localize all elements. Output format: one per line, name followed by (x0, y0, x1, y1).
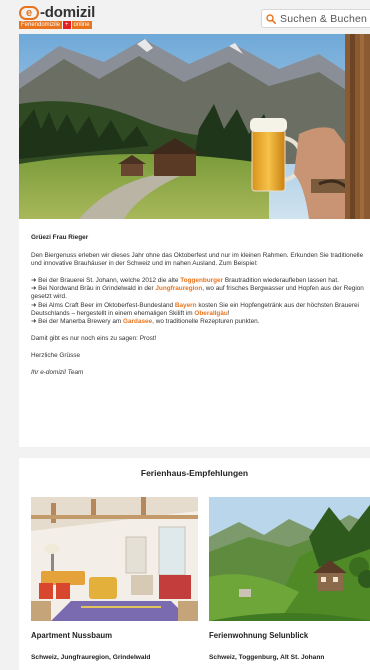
search-icon (266, 13, 276, 24)
link-jungfrauregion[interactable]: Jungfrauregion (155, 285, 202, 292)
hero-image[interactable] (19, 34, 370, 219)
recommendations-title: Ferienhaus-Empfehlungen (140, 468, 249, 478)
list-item-text: ➜ Bei Alms Craft Beer im Oktoberfest-Bun… (31, 301, 175, 309)
logo-tagline-part: + (63, 21, 71, 29)
property-image[interactable] (209, 497, 370, 621)
list-item: ➜ Bei der Brauerei St. Johann, welche 20… (31, 277, 370, 285)
e-domizil-logo[interactable]: e -domizil Feriendomizile + online (19, 4, 111, 30)
logo-tagline: Feriendomizile + online (19, 21, 92, 29)
list-item-text: , wo traditionelle Rezepturen punkten. (152, 317, 260, 325)
logo-tagline-part: online (71, 21, 92, 29)
list-item: ➜ Bei der Manerba Brewery am Gardasee, w… (31, 318, 370, 326)
list-item-text: ➜ Bei Nordwand Bräu in Grindelwald in de… (31, 285, 156, 293)
closing-line: Damit gibt es nur noch eins zu sagen: Pr… (31, 334, 157, 342)
greeting: Grüezi Frau Rieger (31, 234, 89, 241)
intro-paragraph: Den Biergenuss erleben wir dieses Jahr o… (31, 252, 364, 268)
link-gardasee[interactable]: Gardasee (123, 318, 152, 325)
search-label: Suchen & Buchen (280, 12, 368, 25)
list-item-text: ➜ Bei der Manerba Brewery am (31, 317, 124, 325)
property-image[interactable] (31, 497, 198, 621)
logo-e-mark: e (19, 6, 39, 20)
list-item: ➜ Bei Nordwand Bräu in Grindelwald in de… (31, 285, 370, 301)
alpine-chalet-image (209, 497, 370, 621)
property-card-nussbaum[interactable]: Apartment Nussbaum Schweiz, Jungfrauregi… (31, 497, 198, 661)
link-toggenburger[interactable]: Toggenburger (180, 277, 223, 284)
logo-tagline-part: Feriendomizile (19, 21, 63, 29)
recommendations-section: Ferienhaus-Empfehlungen Apartment Nussba… (19, 458, 370, 670)
apartment-interior-image (31, 497, 198, 621)
property-location: Schweiz, Jungfrauregion, Grindelwald (31, 654, 151, 661)
signature: Ihr e-domizil Team (31, 369, 84, 377)
property-card-selunblick[interactable]: Ferienwohnung Selunblick Schweiz, Toggen… (209, 497, 370, 661)
list-item-text: ➜ Bei der Brauerei St. Johann, welche 20… (31, 277, 181, 285)
letter-body: Grüezi Frau Rieger Den Biergenuss erlebe… (31, 234, 370, 386)
list-item: ➜ Bei Alms Craft Beer im Oktoberfest-Bun… (31, 302, 370, 318)
logo-text: -domizil (40, 4, 96, 21)
list-item-text: Brautradition wiederaufleben lassen hat. (223, 277, 339, 285)
header: e -domizil Feriendomizile + online Suchen… (0, 0, 370, 34)
regards: Herzliche Grüsse (31, 351, 81, 359)
link-bayern[interactable]: Bayern (175, 302, 197, 309)
logo-wordmark: e -domizil (19, 4, 95, 21)
brewery-list: ➜ Bei der Brauerei St. Johann, welche 20… (31, 277, 370, 326)
property-name[interactable]: Apartment Nussbaum (31, 631, 112, 640)
letter-section: Grüezi Frau Rieger Den Biergenuss erlebe… (19, 219, 370, 447)
search-button[interactable]: Suchen & Buchen (261, 9, 370, 28)
hero-illustration (19, 34, 370, 219)
list-item-text: ! (227, 309, 230, 317)
link-oberallgaeu[interactable]: Oberallgäu (194, 310, 227, 317)
property-name[interactable]: Ferienwohnung Selunblick (209, 631, 308, 640)
property-location: Schweiz, Toggenburg, Alt St. Johann (209, 654, 325, 661)
